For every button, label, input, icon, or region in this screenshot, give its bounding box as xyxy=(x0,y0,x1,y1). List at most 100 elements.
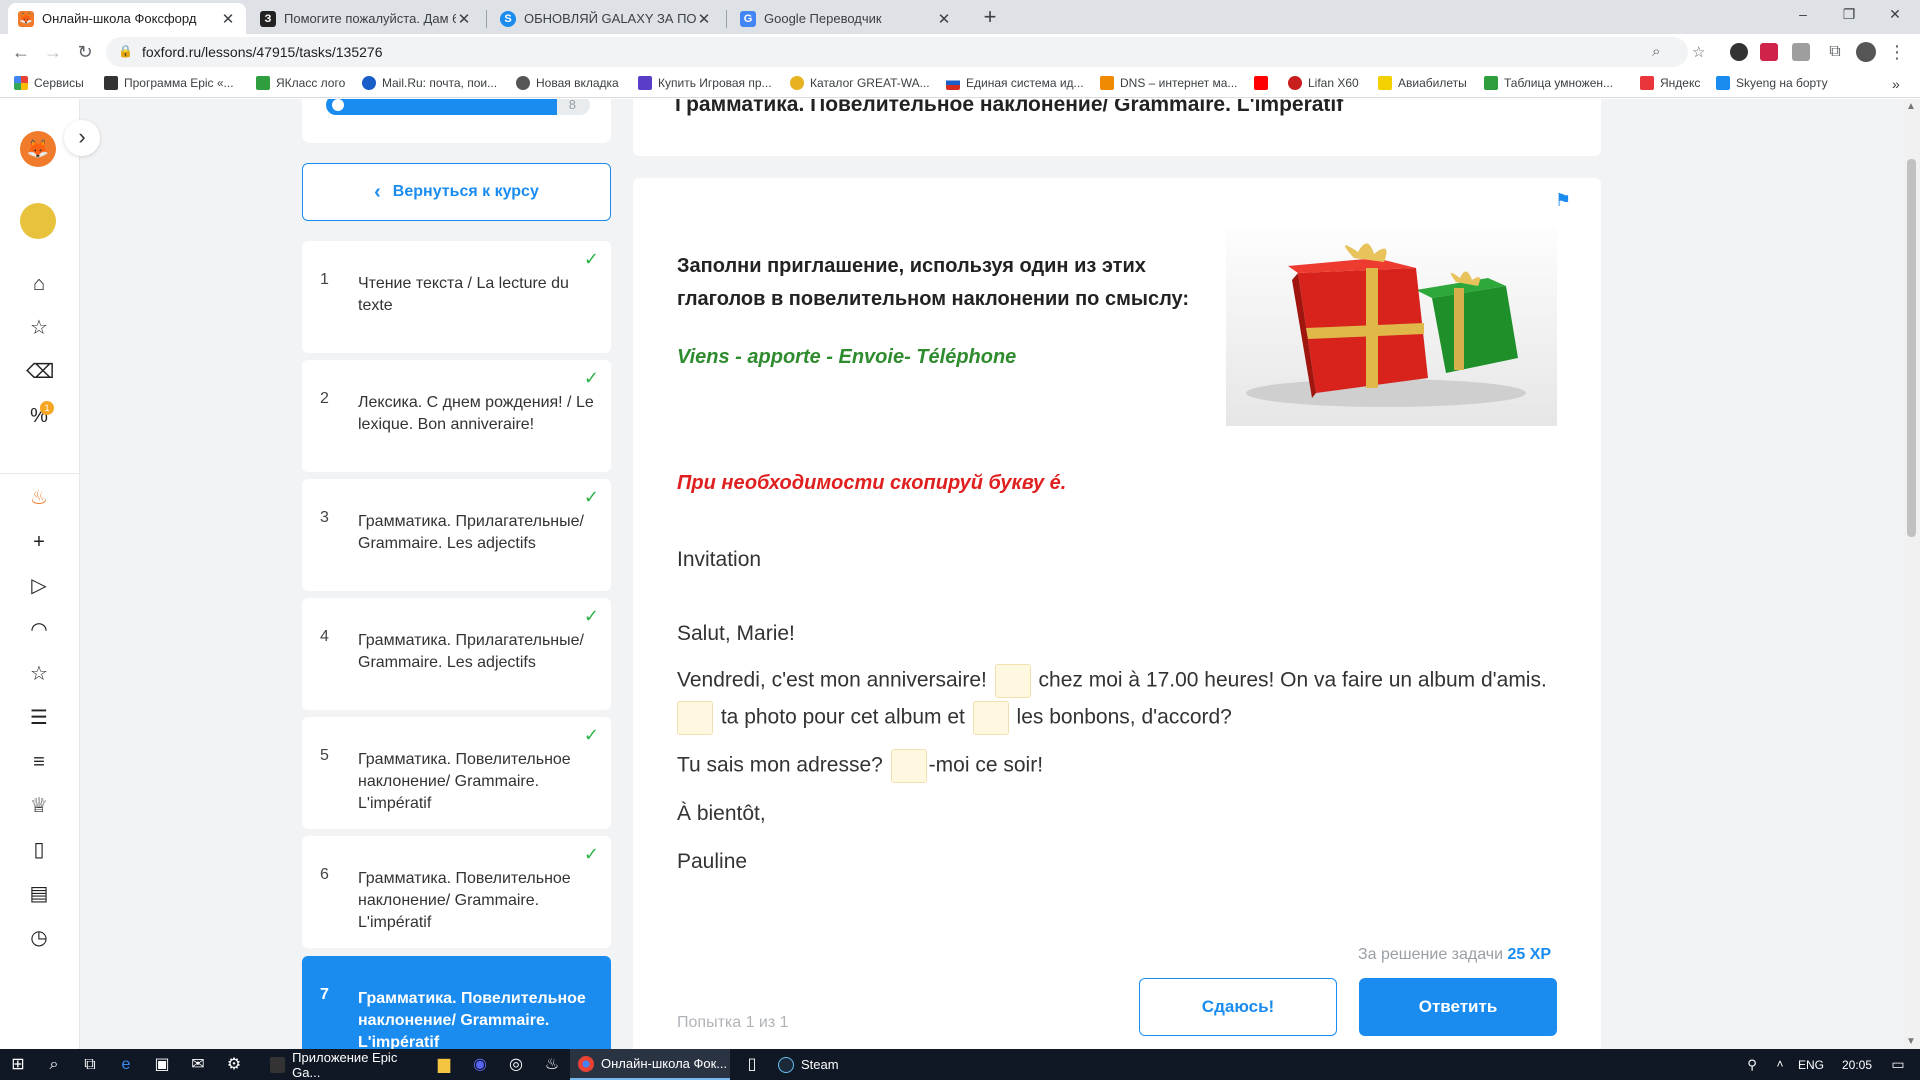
bookmark-gosuslugi[interactable]: Единая система ид... xyxy=(946,76,1084,90)
bookmark-great-wall[interactable]: Каталог GREAT-WA... xyxy=(790,76,930,90)
checkmark-icon: ✓ xyxy=(583,844,599,864)
play-square-icon[interactable]: ▷ xyxy=(26,573,52,599)
flame-icon[interactable]: ♨ xyxy=(26,485,52,511)
tab-separator xyxy=(486,10,487,28)
chevron-up-icon[interactable]: ˄ xyxy=(1762,1049,1798,1080)
flag-icon[interactable]: ⚑ xyxy=(1555,190,1571,211)
vpn-extension-icon[interactable] xyxy=(1730,43,1748,61)
headphones-icon[interactable]: ◠ xyxy=(26,617,52,643)
bookmark-star-icon[interactable]: ☆ xyxy=(1692,43,1705,61)
answer-blank-1[interactable] xyxy=(994,664,1031,698)
task-item-7[interactable]: 7 Грамматика. Повелительное наклонение/ … xyxy=(302,956,611,1049)
menu-kebab-icon[interactable]: ⋮ xyxy=(1884,39,1910,65)
avatar[interactable] xyxy=(1856,42,1876,62)
scroll-down-icon[interactable]: ▼ xyxy=(1906,1036,1916,1047)
zoom-icon[interactable]: ⌕ xyxy=(1652,43,1660,60)
book-icon[interactable]: ▯ xyxy=(26,837,52,863)
taskbar-app-epic[interactable]: Приложение Epic Ga... xyxy=(262,1049,422,1080)
close-tab-icon[interactable]: ✕ xyxy=(696,10,712,28)
scroll-up-icon[interactable]: ▲ xyxy=(1906,101,1916,112)
expand-sidebar-button[interactable]: › xyxy=(64,120,100,156)
layers-icon[interactable]: ☰ xyxy=(26,705,52,731)
answer-blank-2[interactable] xyxy=(677,701,713,735)
minimize-button[interactable]: – xyxy=(1780,0,1826,30)
notepad-icon[interactable]: ▯ xyxy=(734,1049,770,1080)
list-icon[interactable]: ≡ xyxy=(26,749,52,775)
close-tab-icon[interactable]: ✕ xyxy=(936,10,952,28)
bookmarks-overflow-button[interactable]: » xyxy=(1892,76,1900,92)
app-icon[interactable]: ◎ xyxy=(498,1049,534,1080)
extension-icon[interactable] xyxy=(1760,43,1778,61)
star-icon[interactable]: ☆ xyxy=(26,315,52,341)
bookmark-services[interactable]: Сервисы xyxy=(14,76,84,90)
trophy-icon[interactable]: ♕ xyxy=(26,793,52,819)
browser-tab-google-translate[interactable]: G Google Переводчик ✕ xyxy=(730,3,962,34)
bookmark-lifan[interactable]: Lifan X60 xyxy=(1288,76,1359,90)
extension-icon[interactable] xyxy=(1792,43,1810,61)
discord-icon[interactable]: ◉ xyxy=(462,1049,498,1080)
browser-tab-znanija[interactable]: З Помогите пожалуйста. Дам 60 б ✕ xyxy=(250,3,482,34)
line-text: Tu sais mon adresse? xyxy=(677,753,883,777)
notifications-icon[interactable]: ▭ xyxy=(1880,1049,1916,1080)
language-indicator[interactable]: ENG xyxy=(1798,1049,1824,1080)
bookmark-table[interactable]: Таблица умножен... xyxy=(1484,76,1613,90)
maximize-button[interactable]: ❐ xyxy=(1826,0,1872,30)
windows-start-icon[interactable]: ⊞ xyxy=(0,1049,36,1080)
page-scrollbar[interactable]: ▲ ▼ xyxy=(1903,99,1920,1049)
file-explorer-icon[interactable]: ▆ xyxy=(426,1049,462,1080)
close-tab-icon[interactable]: ✕ xyxy=(456,10,472,28)
address-bar[interactable]: 🔒 foxford.ru/lessons/47915/tasks/135276 … xyxy=(106,37,1705,67)
bookmark-yaklass[interactable]: ЯКласс лого xyxy=(256,76,345,90)
settings-icon[interactable]: ⚙ xyxy=(216,1049,252,1080)
star-icon[interactable]: ☆ xyxy=(26,661,52,687)
task-item-2[interactable]: 2 Лексика. С днем рождения! / Le lexique… xyxy=(302,360,611,472)
bookmark-aviabilety[interactable]: Авиабилеты xyxy=(1378,76,1467,90)
bookmark-youtube[interactable] xyxy=(1254,76,1274,90)
task-item-6[interactable]: 6 Грамматика. Повелительное наклонение/ … xyxy=(302,836,611,948)
search-icon[interactable]: ⌕ xyxy=(36,1049,72,1080)
browser-tab-skype[interactable]: S ОБНОВЛЯЙ GALAXY ЗА ПОЛЦЕ ✕ xyxy=(490,3,722,34)
puzzle-extensions-icon[interactable]: ⧉ xyxy=(1822,39,1848,65)
bookmark-yandex[interactable]: Яндекс xyxy=(1640,76,1700,90)
clock-icon[interactable]: ◷ xyxy=(26,925,52,951)
clock-time[interactable]: 20:05 xyxy=(1842,1049,1872,1080)
scrollbar-thumb[interactable] xyxy=(1907,159,1916,537)
back-arrow-icon[interactable]: ← xyxy=(8,39,34,65)
back-to-course-button[interactable]: ‹ Вернуться к курсу xyxy=(302,163,611,221)
bookmark-skyeng[interactable]: Skyeng на борту xyxy=(1716,76,1828,90)
mail-icon[interactable]: ✉ xyxy=(180,1049,216,1080)
task-item-4[interactable]: 4 Грамматика. Прилагательные/ Grammaire.… xyxy=(302,598,611,710)
task-item-1[interactable]: 1 Чтение текста / La lecture du texte ✓ xyxy=(302,241,611,353)
store-icon[interactable]: ▣ xyxy=(144,1049,180,1080)
bookmark-new-tab[interactable]: Новая вкладка xyxy=(516,76,619,90)
bookmark-epic[interactable]: Программа Epic «... xyxy=(104,76,234,90)
task-item-3[interactable]: 3 Грамматика. Прилагательные/ Grammaire.… xyxy=(302,479,611,591)
plus-icon[interactable]: + xyxy=(26,529,52,555)
close-window-button[interactable]: ✕ xyxy=(1872,0,1918,30)
new-tab-button[interactable]: + xyxy=(976,4,1004,32)
home-icon[interactable]: ⌂ xyxy=(26,271,52,297)
task-label: Лексика. С днем рождения! / Le lexique. … xyxy=(358,394,594,433)
bookmark-dns[interactable]: DNS – интернет ма... xyxy=(1100,76,1237,90)
document-icon[interactable]: ▤ xyxy=(26,881,52,907)
close-tab-icon[interactable]: ✕ xyxy=(220,10,236,28)
task-item-5[interactable]: 5 Грамматика. Повелительное наклонение/ … xyxy=(302,717,611,829)
foxford-logo-icon[interactable]: 🦊 xyxy=(20,131,56,167)
forward-arrow-icon[interactable]: → xyxy=(40,39,66,65)
give-up-button[interactable]: Сдаюсь! xyxy=(1139,978,1337,1036)
taskbar-app-chrome[interactable]: Онлайн-школа Фок... xyxy=(570,1049,730,1080)
tag-icon[interactable]: ⌫ xyxy=(26,359,54,385)
znanija-favicon-icon: З xyxy=(260,10,276,27)
avatar[interactable] xyxy=(20,203,56,239)
edge-icon[interactable]: e xyxy=(108,1049,144,1080)
taskbar-app-steam[interactable]: Steam xyxy=(770,1049,890,1080)
answer-blank-4[interactable] xyxy=(890,749,927,783)
steam-icon[interactable]: ♨ xyxy=(534,1049,570,1080)
reload-icon[interactable]: ↻ xyxy=(72,39,98,65)
bookmark-game[interactable]: Купить Игровая пр... xyxy=(638,76,772,90)
submit-answer-button[interactable]: Ответить xyxy=(1359,978,1557,1036)
task-view-icon[interactable]: ⧉ xyxy=(72,1049,108,1080)
browser-tab-foxford[interactable]: 🦊 Онлайн-школа Фоксфорд ✕ xyxy=(8,3,246,34)
bookmark-mailru[interactable]: Mail.Ru: почта, пои... xyxy=(362,76,497,90)
answer-blank-3[interactable] xyxy=(972,701,1009,735)
